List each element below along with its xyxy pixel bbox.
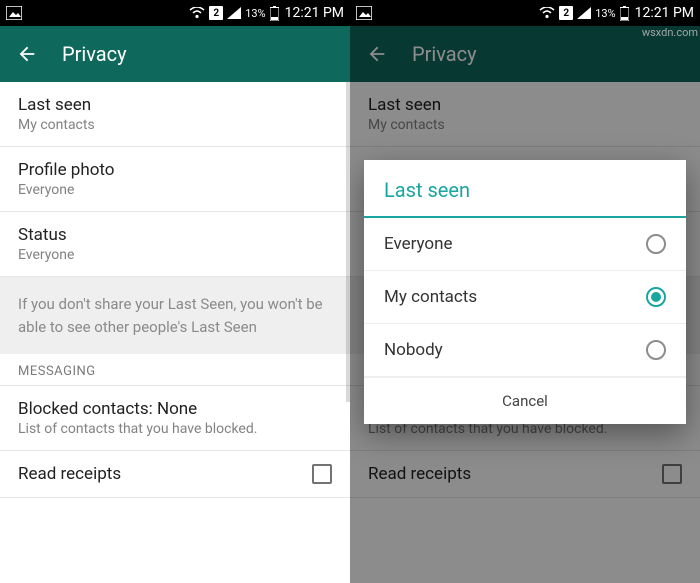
- cancel-button[interactable]: Cancel: [364, 377, 686, 424]
- wifi-icon: [539, 7, 555, 19]
- page-title: Privacy: [62, 42, 127, 66]
- sim-indicator: 2: [209, 6, 223, 20]
- watermark: wsxdn.com: [642, 26, 698, 39]
- picture-icon: [356, 6, 372, 20]
- option-label: Everyone: [384, 234, 453, 254]
- setting-title: Read receipts: [18, 464, 302, 484]
- settings-list: Last seen My contacts Profile photo Ever…: [0, 82, 350, 583]
- picture-icon: [6, 6, 22, 20]
- dialog-option-my-contacts[interactable]: My contacts: [364, 271, 686, 324]
- option-label: Nobody: [384, 340, 443, 360]
- app-bar: Privacy: [0, 26, 350, 82]
- setting-read-receipts[interactable]: Read receipts: [0, 451, 350, 498]
- section-header-messaging: MESSAGING: [0, 354, 350, 386]
- radio-checked-icon[interactable]: [646, 287, 666, 307]
- dialog-option-everyone[interactable]: Everyone: [364, 218, 686, 271]
- clock: 12:21 PM: [285, 5, 344, 21]
- setting-status[interactable]: Status Everyone: [0, 212, 350, 277]
- screenshot-left: 2 13% 12:21 PM Privacy Last seen My cont…: [0, 0, 350, 583]
- status-bar: 2 13% 12:21 PM: [350, 0, 700, 26]
- dialog-option-nobody[interactable]: Nobody: [364, 324, 686, 377]
- screenshot-right: 2 13% 12:21 PM Privacy Last seen My cont…: [350, 0, 700, 583]
- setting-blocked-contacts[interactable]: Blocked contacts: None List of contacts …: [0, 386, 350, 451]
- signal-icon: [577, 7, 591, 19]
- setting-profile-photo[interactable]: Profile photo Everyone: [0, 147, 350, 212]
- setting-title: Profile photo: [18, 160, 332, 180]
- battery-icon: [620, 6, 629, 21]
- setting-value: Everyone: [18, 182, 332, 198]
- setting-subtitle: List of contacts that you have blocked.: [18, 421, 332, 437]
- wifi-icon: [189, 7, 205, 19]
- setting-last-seen[interactable]: Last seen My contacts: [0, 82, 350, 147]
- battery-percent: 13%: [245, 7, 265, 20]
- setting-title: Last seen: [18, 95, 332, 115]
- radio-unchecked-icon[interactable]: [646, 234, 666, 254]
- setting-value: My contacts: [18, 117, 332, 133]
- setting-title: Status: [18, 225, 332, 245]
- signal-icon: [227, 7, 241, 19]
- sim-indicator: 2: [559, 6, 573, 20]
- back-icon[interactable]: [16, 43, 38, 65]
- status-bar: 2 13% 12:21 PM: [0, 0, 350, 26]
- radio-unchecked-icon[interactable]: [646, 340, 666, 360]
- dialog-title: Last seen: [364, 160, 686, 218]
- option-label: My contacts: [384, 287, 477, 307]
- checkbox-unchecked-icon[interactable]: [312, 464, 332, 484]
- clock: 12:21 PM: [635, 5, 694, 21]
- battery-percent: 13%: [595, 7, 615, 20]
- info-note: If you don't share your Last Seen, you w…: [0, 277, 350, 354]
- battery-icon: [270, 6, 279, 21]
- last-seen-dialog: Last seen Everyone My contacts Nobody Ca…: [364, 160, 686, 424]
- setting-value: Everyone: [18, 247, 332, 263]
- setting-title: Blocked contacts: None: [18, 399, 332, 419]
